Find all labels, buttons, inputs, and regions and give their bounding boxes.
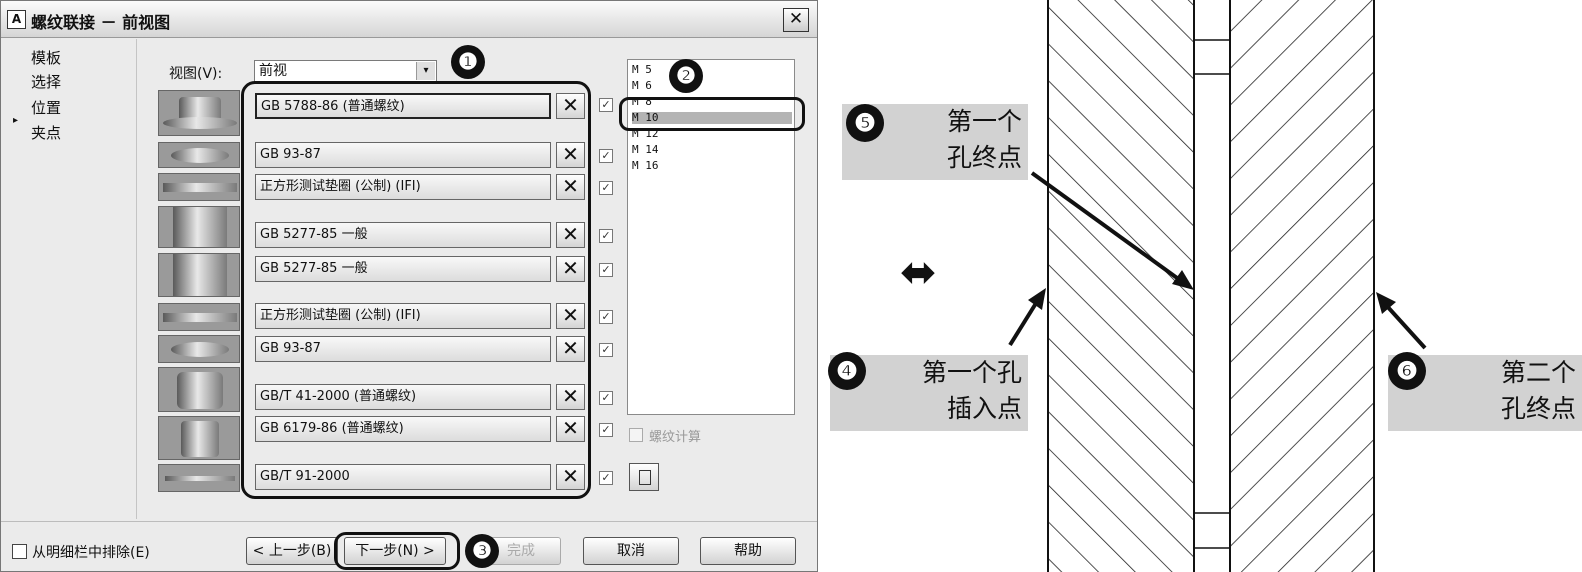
left-plate-hatch [1048, 0, 1194, 572]
calculator-icon [639, 470, 651, 485]
label-line: 插入点 [946, 394, 1022, 423]
callout-4: ❹ [828, 352, 866, 390]
size-list-item[interactable]: M 5 [632, 64, 652, 76]
thread-calc-checkbox [629, 428, 643, 442]
next-button-highlight [334, 532, 460, 570]
thread-calc-label: 螺纹计算 [649, 430, 702, 445]
size-list-item[interactable]: M 6 [632, 80, 652, 92]
size-selection-highlight [619, 97, 805, 131]
part-thumbnail-hole[interactable] [158, 253, 240, 297]
size-list-item[interactable]: M 14 [632, 144, 659, 156]
calculator-button[interactable] [629, 463, 659, 491]
hole-section-drawing: ⬌ 第一个 孔终点 ❺ 第一个孔 插入点 ❹ 第二个 孔终点 ❻ [820, 0, 1582, 572]
size-list-item[interactable]: M 16 [632, 160, 659, 172]
part-thumbnail-square-washer[interactable] [158, 303, 240, 331]
nav-item-select[interactable]: 选择 [31, 71, 61, 92]
part-visible-checkbox[interactable]: ✓ [599, 391, 613, 405]
part-visible-checkbox[interactable]: ✓ [599, 181, 613, 195]
chevron-down-icon[interactable]: ▾ [416, 62, 435, 80]
leader-arrow [1384, 303, 1427, 350]
part-visible-checkbox[interactable]: ✓ [599, 98, 613, 112]
double-arrow-icon: ⬌ [900, 247, 937, 298]
nav-item-position[interactable]: 位置 [31, 97, 61, 118]
part-visible-checkbox[interactable]: ✓ [599, 310, 613, 324]
part-thumbnail-cotter-pin[interactable] [158, 464, 240, 492]
current-step-marker-icon: ▸ [13, 115, 19, 126]
screw-connection-dialog: A 螺纹联接 － 前视图 ✕ ▸ 模板 选择 位置 夹点 视图(V): 前视 ▾ [0, 0, 818, 572]
close-button[interactable]: ✕ [783, 8, 809, 32]
leader-arrow [1008, 298, 1040, 347]
part-thumbnail-spring-washer[interactable] [158, 335, 240, 363]
callout-5: ❺ [846, 104, 884, 142]
right-plate-hatch [1230, 0, 1374, 572]
cancel-button[interactable]: 取消 [583, 537, 679, 565]
view-select-value: 前视 [259, 63, 287, 79]
app-icon: A [7, 10, 26, 29]
title-bar: A 螺纹联接 － 前视图 ✕ [1, 1, 817, 38]
wizard-nav: ▸ 模板 选择 位置 夹点 [1, 39, 137, 519]
part-visible-checkbox[interactable]: ✓ [599, 149, 613, 163]
part-visible-checkbox[interactable]: ✓ [599, 471, 613, 485]
callout-3: ❸ [465, 534, 499, 568]
nav-item-grip[interactable]: 夹点 [31, 122, 61, 143]
part-visible-checkbox[interactable]: ✓ [599, 229, 613, 243]
dialog-title: 螺纹联接 － 前视图 [31, 13, 171, 32]
callout-2: ❷ [669, 59, 703, 93]
part-thumbnail-nut[interactable] [158, 367, 240, 412]
part-thumbnail-castle-nut[interactable] [158, 416, 240, 460]
part-thumbnail-hole[interactable] [158, 206, 240, 248]
part-visible-checkbox[interactable]: ✓ [599, 343, 613, 357]
label-line: 孔终点 [946, 143, 1022, 172]
nav-item-template[interactable]: 模板 [31, 47, 61, 68]
part-thumbnail-spring-washer[interactable] [158, 142, 240, 168]
help-button[interactable]: 帮助 [700, 537, 796, 565]
callout-1: ❶ [451, 45, 485, 79]
exclude-from-bom-label: 从明细栏中排除(E) [32, 545, 150, 561]
view-select[interactable]: 前视 ▾ [254, 60, 437, 82]
exclude-from-bom-checkbox[interactable] [12, 544, 27, 559]
view-label: 视图(V): [169, 66, 223, 82]
part-thumbnail-bolt[interactable] [158, 90, 240, 136]
part-visible-checkbox[interactable]: ✓ [599, 263, 613, 277]
footer-divider [1, 521, 817, 522]
label-line: 孔终点 [1500, 394, 1576, 423]
part-visible-checkbox[interactable]: ✓ [599, 423, 613, 437]
back-button[interactable]: < 上一步(B) [246, 537, 338, 565]
callout-6: ❻ [1388, 352, 1426, 390]
part-thumbnail-square-washer[interactable] [158, 173, 240, 201]
parts-list-highlight [241, 81, 591, 499]
